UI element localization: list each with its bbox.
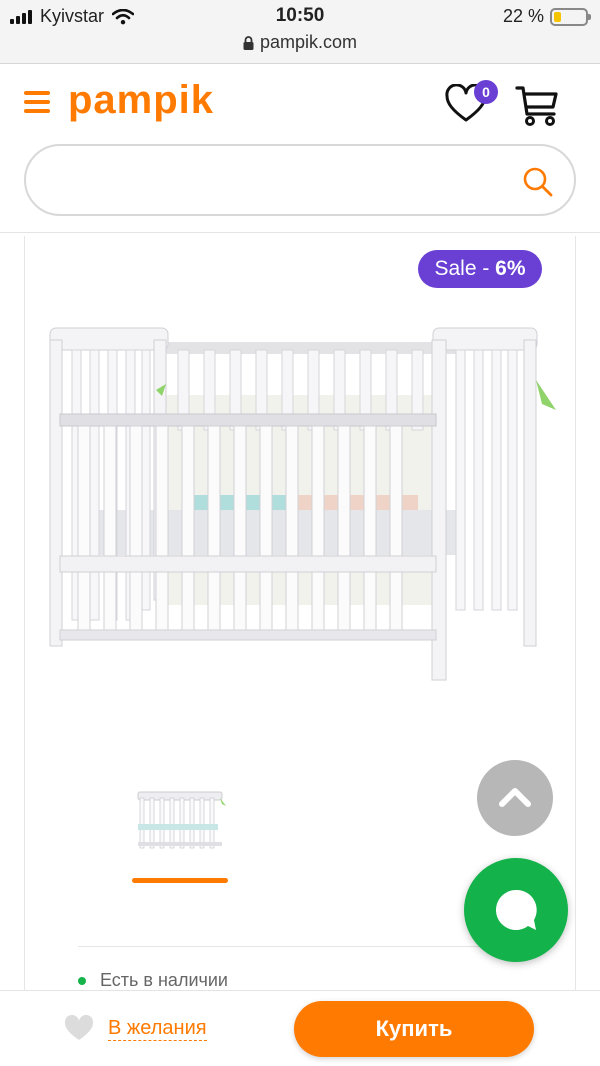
bottom-action-bar: В желания Купить [0, 990, 600, 1066]
battery-icon [550, 7, 591, 26]
search-input[interactable] [50, 164, 520, 200]
lock-icon [243, 35, 254, 50]
thumbnail-active-indicator [132, 878, 228, 883]
site-header: pampik [0, 64, 600, 142]
add-to-wishlist-button[interactable]: В желания [64, 1015, 207, 1042]
battery-fill [554, 11, 561, 22]
url-text: pampik.com [259, 32, 358, 52]
chat-bubble-icon [496, 889, 537, 930]
sale-label: Sale - [434, 257, 496, 280]
address-bar[interactable]: pampik.com [0, 32, 600, 53]
status-bar: Kyivstar 10:50 22 % pampik.com [0, 0, 600, 64]
heart-icon [64, 1015, 94, 1040]
status-right: 22 % [502, 6, 591, 27]
stock-status-text: Есть в наличии [100, 970, 228, 990]
header-divider [0, 232, 600, 233]
buy-button[interactable]: Купить [294, 1001, 534, 1057]
chat-button[interactable] [464, 858, 568, 962]
chevron-up-icon [499, 788, 531, 807]
wishlist-label: В желания [108, 1017, 207, 1041]
page: Kyivstar 10:50 22 % pampik.com pampik 0 … [0, 0, 600, 1066]
product-image-crib[interactable] [38, 300, 566, 692]
product-thumbnail[interactable] [130, 784, 230, 854]
search-icon[interactable] [522, 166, 554, 198]
sale-value: 6% [495, 257, 526, 280]
stock-dot-icon [78, 976, 86, 985]
battery-percent: 22 % [502, 6, 544, 26]
cart-icon[interactable] [514, 82, 560, 128]
logo[interactable]: pampik [68, 78, 214, 123]
wishlist-count-badge: 0 [474, 80, 498, 104]
search-box[interactable] [24, 144, 576, 216]
content-divider [78, 946, 498, 947]
sale-badge: Sale - 6% [418, 250, 542, 288]
stock-status: Есть в наличии [78, 970, 228, 991]
scroll-to-top-button[interactable] [477, 760, 553, 836]
menu-icon[interactable] [24, 91, 50, 113]
